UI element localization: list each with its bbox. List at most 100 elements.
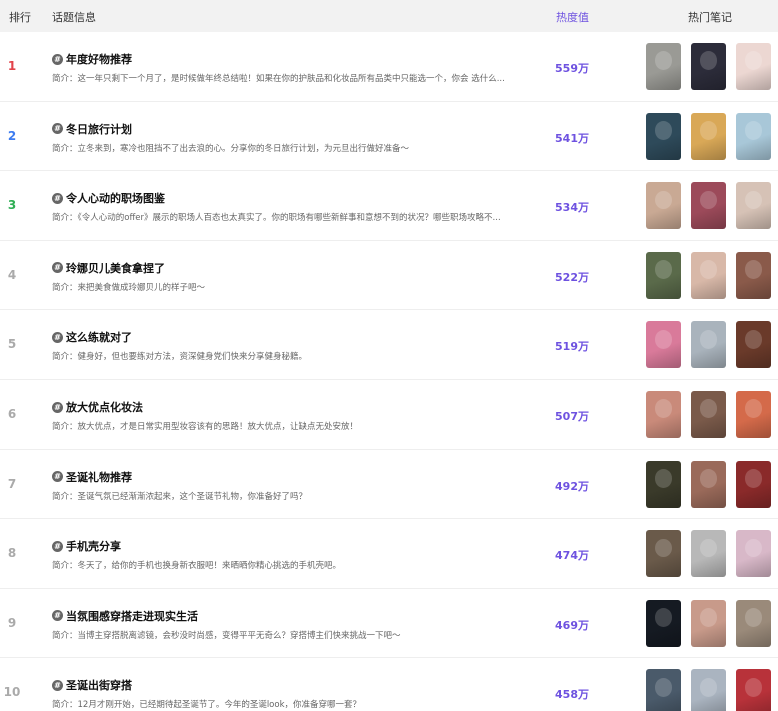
note-thumbnail[interactable] bbox=[646, 391, 681, 438]
topic-description: 简介：健身好，但也要练对方法，资深健身党们快来分享健身秘籍。 bbox=[52, 352, 308, 363]
note-thumbnail[interactable] bbox=[736, 599, 771, 647]
table-row[interactable]: 5 # 这么练就对了 简介：健身好，但也要练对方法，资深健身党们快来分享健身秘籍… bbox=[0, 310, 778, 380]
note-thumbnail[interactable] bbox=[646, 530, 681, 578]
note-thumbnail[interactable] bbox=[691, 599, 726, 647]
note-thumbnail[interactable] bbox=[691, 251, 726, 299]
note-thumbnail[interactable] bbox=[646, 43, 681, 90]
table-row[interactable]: 9 # 当氛围感穿搭走进现实生活 简介：当博主穿搭脱离滤镜，会秒没时尚感，变得平… bbox=[0, 589, 778, 659]
topic-description: 简介：12月才刚开始，已经期待起圣诞节了。今年的圣诞look，你准备穿哪一套？ bbox=[52, 700, 362, 711]
hashtag-icon: # bbox=[52, 540, 63, 552]
hot-notes-thumbnails bbox=[646, 182, 771, 230]
topic-title[interactable]: 圣诞礼物推荐 bbox=[66, 469, 132, 485]
note-thumbnail[interactable] bbox=[646, 182, 681, 230]
topic-title-group[interactable]: # 这么练就对了 bbox=[52, 329, 132, 345]
note-thumbnail[interactable] bbox=[691, 182, 726, 230]
note-thumbnail[interactable] bbox=[646, 599, 681, 647]
note-thumbnail[interactable] bbox=[691, 460, 726, 508]
topic-title-group[interactable]: # 手机壳分享 bbox=[52, 538, 121, 554]
note-thumbnail[interactable] bbox=[736, 182, 771, 230]
rank-number: 1 bbox=[7, 59, 17, 73]
note-thumbnail[interactable] bbox=[691, 530, 726, 578]
heat-value: 559万 bbox=[555, 62, 589, 75]
note-thumbnail[interactable] bbox=[736, 321, 771, 369]
hot-notes-thumbnails bbox=[646, 530, 771, 578]
note-thumbnail[interactable] bbox=[691, 391, 726, 438]
note-thumbnail[interactable] bbox=[646, 251, 681, 299]
heat-value: 534万 bbox=[555, 201, 589, 215]
topic-title[interactable]: 手机壳分享 bbox=[66, 538, 121, 554]
topic-title-group[interactable]: # 冬日旅行计划 bbox=[52, 121, 132, 137]
topic-title[interactable]: 玲娜贝儿美食拿捏了 bbox=[66, 260, 165, 276]
note-thumbnail[interactable] bbox=[736, 43, 771, 90]
note-thumbnail[interactable] bbox=[646, 460, 681, 508]
hashtag-icon: # bbox=[52, 123, 63, 135]
table-row[interactable]: 6 # 放大优点化妆法 简介：放大优点，才是日常实用型妆容该有的思路！放大优点，… bbox=[0, 380, 778, 450]
topic-title[interactable]: 圣诞出街穿搭 bbox=[66, 677, 132, 693]
heat-value: 522万 bbox=[555, 270, 589, 284]
header-hot-notes: 热门笔记 bbox=[688, 11, 732, 24]
table-row[interactable]: 1 # 年度好物推荐 简介：这一年只剩下一个月了，是时候做年终总结啦！如果在你的… bbox=[0, 32, 778, 102]
topic-title[interactable]: 当氛围感穿搭走进现实生活 bbox=[66, 608, 198, 624]
hashtag-icon: # bbox=[52, 331, 63, 343]
header-heat-value[interactable]: 热度值 bbox=[556, 9, 589, 25]
heat-value: 519万 bbox=[555, 340, 589, 354]
table-row[interactable]: 2 # 冬日旅行计划 简介：立冬来到，寒冷也阻挡不了出去浪的心。分享你的冬日旅行… bbox=[0, 102, 778, 172]
rank-number: 7 bbox=[7, 476, 17, 491]
note-thumbnail[interactable] bbox=[736, 669, 771, 711]
rank-number: 9 bbox=[7, 615, 17, 630]
hot-notes-thumbnails bbox=[646, 321, 771, 369]
topic-description: 简介：来把美食做成玲娜贝儿的样子吧～ bbox=[52, 282, 206, 293]
topic-title-group[interactable]: # 圣诞出街穿搭 bbox=[52, 677, 132, 693]
note-thumbnail[interactable] bbox=[691, 112, 726, 160]
heat-value: 507万 bbox=[555, 410, 589, 423]
topic-title[interactable]: 这么练就对了 bbox=[66, 329, 132, 345]
hot-notes-thumbnails bbox=[646, 112, 771, 160]
note-thumbnail[interactable] bbox=[691, 669, 726, 711]
topic-description: 简介：《令人心动的offer》展示的职场人百态也太真实了。你的职场有哪些新鲜事和… bbox=[52, 213, 501, 224]
table-row[interactable]: 8 # 手机壳分享 简介：冬天了，给你的手机也换身新衣服吧！来晒晒你精心挑选的手… bbox=[0, 519, 778, 589]
hashtag-icon: # bbox=[52, 471, 63, 483]
topic-description: 简介：放大优点，才是日常实用型妆容该有的思路！放大优点，让缺点无处安放！ bbox=[52, 422, 359, 432]
note-thumbnail[interactable] bbox=[646, 112, 681, 160]
note-thumbnail[interactable] bbox=[736, 112, 771, 160]
note-thumbnail[interactable] bbox=[691, 321, 726, 369]
rank-number: 2 bbox=[7, 128, 17, 143]
topic-title-group[interactable]: # 放大优点化妆法 bbox=[52, 399, 143, 415]
table-row[interactable]: 7 # 圣诞礼物推荐 简介：圣诞气氛已经渐渐浓起来，这个圣诞节礼物，你准备好了吗… bbox=[0, 450, 778, 520]
heat-value: 492万 bbox=[555, 479, 589, 493]
note-thumbnail[interactable] bbox=[736, 460, 771, 508]
hashtag-icon: # bbox=[52, 610, 63, 622]
topic-title-group[interactable]: # 玲娜贝儿美食拿捏了 bbox=[52, 260, 165, 276]
note-thumbnail[interactable] bbox=[736, 251, 771, 299]
topic-title-group[interactable]: # 当氛围感穿搭走进现实生活 bbox=[52, 608, 198, 624]
topic-title-group[interactable]: # 年度好物推荐 bbox=[52, 51, 132, 67]
note-thumbnail[interactable] bbox=[736, 530, 771, 578]
rank-number: 4 bbox=[7, 267, 17, 282]
topic-title[interactable]: 冬日旅行计划 bbox=[66, 121, 132, 137]
heat-value: 469万 bbox=[555, 618, 589, 632]
hashtag-icon: # bbox=[52, 401, 63, 413]
hot-notes-thumbnails bbox=[646, 460, 771, 508]
topic-description: 简介：冬天了，给你的手机也换身新衣服吧！来晒晒你精心挑选的手机壳吧。 bbox=[52, 561, 342, 572]
table-row[interactable]: 10 # 圣诞出街穿搭 简介：12月才刚开始，已经期待起圣诞节了。今年的圣诞lo… bbox=[0, 658, 778, 711]
note-thumbnail[interactable] bbox=[736, 391, 771, 438]
table-row[interactable]: 3 # 令人心动的职场图鉴 简介：《令人心动的offer》展示的职场人百态也太真… bbox=[0, 171, 778, 241]
topic-title[interactable]: 令人心动的职场图鉴 bbox=[66, 190, 165, 206]
topic-title-group[interactable]: # 令人心动的职场图鉴 bbox=[52, 190, 165, 206]
table-row[interactable]: 4 # 玲娜贝儿美食拿捏了 简介：来把美食做成玲娜贝儿的样子吧～ 522万 bbox=[0, 241, 778, 311]
note-thumbnail[interactable] bbox=[646, 669, 681, 711]
hot-notes-thumbnails bbox=[646, 669, 771, 711]
topic-title[interactable]: 年度好物推荐 bbox=[66, 51, 132, 67]
hot-notes-thumbnails bbox=[646, 43, 771, 90]
hashtag-icon: # bbox=[52, 262, 63, 274]
topic-title-group[interactable]: # 圣诞礼物推荐 bbox=[52, 469, 132, 485]
hashtag-icon: # bbox=[52, 192, 63, 204]
rank-number: 8 bbox=[7, 546, 17, 561]
topic-title[interactable]: 放大优点化妆法 bbox=[66, 399, 143, 415]
note-thumbnail[interactable] bbox=[691, 43, 726, 90]
note-thumbnail[interactable] bbox=[646, 321, 681, 369]
topic-description: 简介：当博主穿搭脱离滤镜，会秒没时尚感，变得平平无奇么？穿搭博主们快来挑战一下吧… bbox=[52, 630, 401, 641]
hot-notes-thumbnails bbox=[646, 391, 771, 438]
table-header: 排行 话题信息 热度值 热门笔记 bbox=[0, 0, 778, 32]
rank-number: 3 bbox=[7, 198, 17, 213]
